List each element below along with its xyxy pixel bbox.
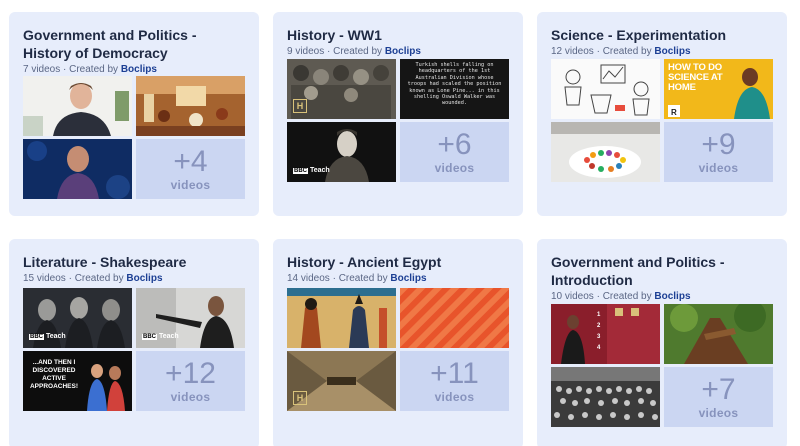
thumbnail-hieroglyph-image	[287, 288, 396, 348]
card-meta: 14 videos · Created by Boclips	[287, 272, 509, 285]
thumbnail-children-image	[87, 364, 125, 411]
more-videos-tile[interactable]: +11 videos	[400, 351, 509, 411]
more-videos-count: +9	[701, 128, 736, 161]
creator-name: Boclips	[654, 291, 691, 302]
video-thumbnail[interactable]	[551, 367, 660, 427]
collection-card-history-of-democracy[interactable]: Government and Politics - History of Dem…	[9, 12, 259, 216]
creator-name: Boclips	[654, 46, 691, 57]
list-number: 3	[597, 334, 601, 340]
video-count: 10 videos · Created by	[551, 291, 655, 302]
history-channel-logo: H	[293, 391, 307, 405]
video-count: 9 videos · Created by	[287, 46, 385, 57]
collection-card-ancient-egypt[interactable]: History - Ancient Egypt 14 videos · Crea…	[273, 239, 523, 446]
more-videos-tile[interactable]: +12 videos	[136, 351, 245, 411]
thumbnail-sketch-image	[551, 59, 660, 119]
more-videos-count: +11	[430, 357, 479, 390]
video-thumbnail[interactable]: HOW TO DO SCIENCE AT HOME R	[664, 59, 773, 119]
video-thumbnail[interactable]	[664, 304, 773, 364]
thumbnail-crowd-image	[551, 367, 660, 427]
bbc-teach-logo: BBC Teach	[142, 333, 179, 340]
card-title: Government and Politics - History of Dem…	[23, 27, 197, 61]
thumbnail-forest-image	[664, 304, 773, 364]
card-meta: 15 videos · Created by Boclips	[23, 272, 245, 285]
collection-card-politics-introduction[interactable]: Government and Politics - Introduction 1…	[537, 239, 787, 446]
video-thumbnail[interactable]: 1 2 3 4	[551, 304, 660, 364]
thumbnail-candy-ring-image	[551, 122, 660, 182]
video-thumbnail[interactable]	[551, 59, 660, 119]
creator-name: Boclips	[390, 273, 427, 284]
video-count: 14 videos · Created by	[287, 273, 391, 284]
more-videos-tile[interactable]: +4 videos	[136, 139, 245, 199]
video-thumbnail[interactable]	[136, 76, 245, 136]
bbc-teach-logo: BBC Teach	[293, 167, 330, 174]
video-thumbnail[interactable]: ...AND THEN I DISCOVERED ACTIVE APPROACH…	[23, 351, 132, 411]
video-count: 15 videos · Created by	[23, 273, 127, 284]
video-thumbnail[interactable]	[551, 122, 660, 182]
video-thumbnail[interactable]	[400, 288, 509, 348]
more-videos-label: videos	[698, 161, 739, 175]
more-videos-label: videos	[170, 390, 211, 404]
card-title: Government and Politics - Introduction	[551, 254, 725, 288]
card-title: Literature - Shakespeare	[23, 254, 187, 270]
collection-card-experimentation[interactable]: Science - Experimentation 12 videos · Cr…	[537, 12, 787, 216]
video-thumbnail[interactable]: BBC Teach	[136, 288, 245, 348]
list-number: 2	[597, 323, 601, 329]
video-count: 12 videos · Created by	[551, 46, 655, 57]
thumbnail-presenter-image	[23, 76, 132, 136]
more-videos-tile[interactable]: +7 videos	[664, 367, 773, 427]
card-title: History - Ancient Egypt	[287, 254, 442, 270]
video-count: 7 videos · Created by	[23, 64, 121, 75]
creator-name: Boclips	[120, 64, 157, 75]
numbered-list: 1 2 3 4	[597, 310, 600, 354]
history-channel-logo: H	[293, 99, 307, 113]
more-videos-count: +12	[165, 357, 216, 390]
more-videos-label: videos	[170, 178, 211, 192]
more-videos-count: +6	[437, 128, 472, 161]
video-thumbnail[interactable]: BBC Teach	[287, 122, 396, 182]
thumbnail-speaker-image	[23, 139, 132, 199]
card-title: History - WW1	[287, 27, 382, 43]
thumbnail-child-image: R	[668, 68, 770, 119]
list-number: 1	[597, 312, 601, 318]
card-meta: 9 videos · Created by Boclips	[287, 45, 509, 58]
video-thumbnail[interactable]	[287, 288, 396, 348]
collection-card-ww1[interactable]: History - WW1 9 videos · Created by Bocl…	[273, 12, 523, 216]
more-videos-label: videos	[434, 161, 475, 175]
thumbnail-stripes-image	[400, 288, 509, 348]
video-thumbnail[interactable]: BBC Teach	[23, 288, 132, 348]
video-thumbnail[interactable]	[23, 76, 132, 136]
card-meta: 7 videos · Created by Boclips	[23, 63, 245, 76]
creator-name: Boclips	[126, 273, 163, 284]
thumbnail-painting-image	[136, 76, 245, 136]
more-videos-count: +4	[173, 145, 208, 178]
video-thumbnail[interactable]: H	[287, 59, 396, 119]
creator-name: Boclips	[384, 46, 421, 57]
collection-card-shakespeare[interactable]: Literature - Shakespeare 15 videos · Cre…	[9, 239, 259, 446]
video-thumbnail[interactable]: Turkish shells falling on headquarters o…	[400, 59, 509, 119]
thumbnail-caption-text: Turkish shells falling on headquarters o…	[407, 62, 502, 107]
more-videos-count: +7	[701, 373, 736, 406]
video-thumbnail[interactable]	[23, 139, 132, 199]
thumbnail-presenter-image	[561, 304, 660, 364]
card-meta: 12 videos · Created by Boclips	[551, 45, 773, 58]
card-title: Science - Experimentation	[551, 27, 727, 43]
list-number: 4	[597, 345, 601, 351]
bbc-teach-logo: BBC Teach	[29, 333, 66, 340]
card-meta: 10 videos · Created by Boclips	[551, 290, 773, 303]
more-videos-label: videos	[434, 390, 475, 404]
video-thumbnail[interactable]: H	[287, 351, 396, 411]
svg-text:R: R	[671, 108, 677, 117]
more-videos-tile[interactable]: +9 videos	[664, 122, 773, 182]
more-videos-tile[interactable]: +6 videos	[400, 122, 509, 182]
more-videos-label: videos	[698, 406, 739, 420]
